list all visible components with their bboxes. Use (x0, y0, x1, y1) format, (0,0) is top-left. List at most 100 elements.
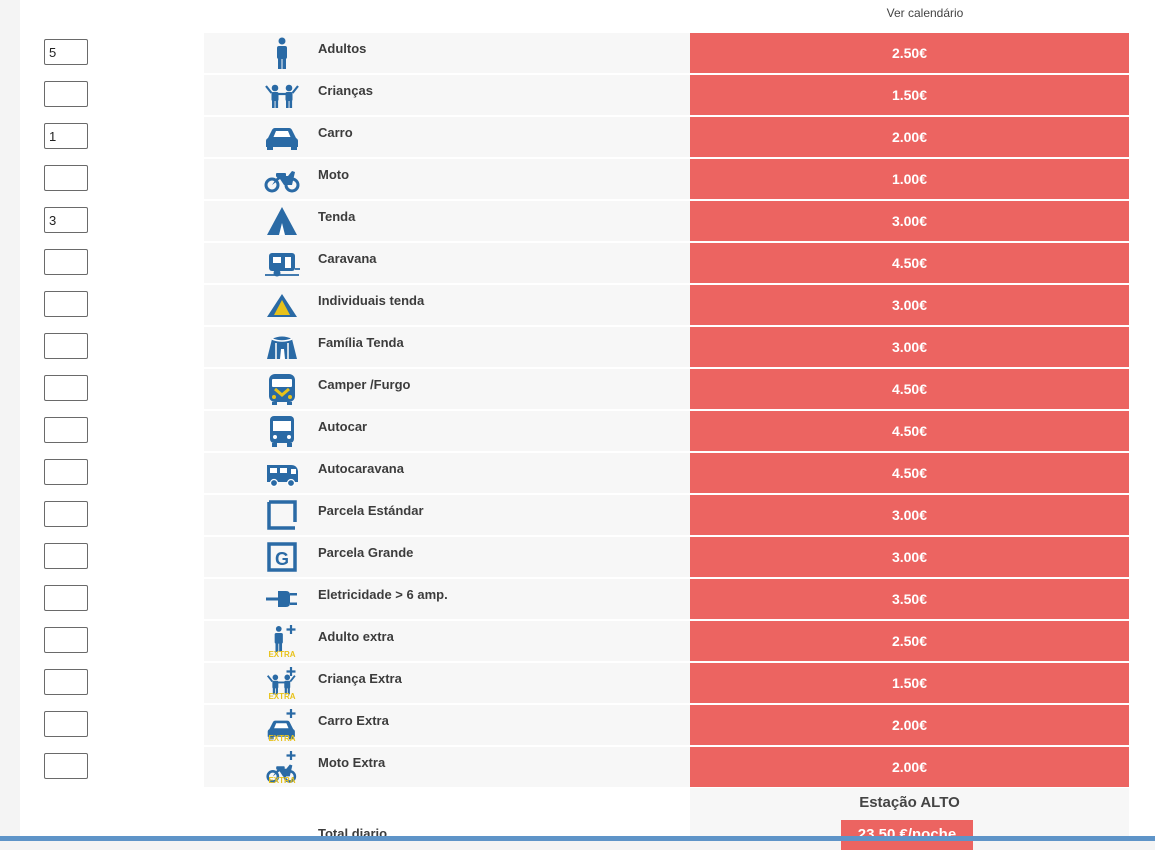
quantity-input[interactable] (44, 753, 88, 779)
camper-van-icon (264, 371, 300, 407)
item-price: 3.00€ (690, 537, 1129, 577)
pricing-panel: Ver calendário Adultos 2.50€ Crianças 1.50€… (20, 0, 1155, 850)
item-label: Carro Extra (318, 713, 389, 728)
bottom-bar (0, 836, 1155, 841)
price-row: Autocaravana 4.50€ (20, 453, 1155, 493)
item-label: Individuais tenda (318, 293, 425, 308)
quantity-input[interactable] (44, 627, 88, 653)
motorhome-icon (264, 455, 300, 491)
car-icon (264, 119, 300, 155)
item-price: 1.00€ (690, 159, 1129, 199)
motorcycle-icon (264, 161, 300, 197)
item-label: Moto Extra (318, 755, 386, 770)
daily-total-value: 23.50 €/noche (841, 820, 973, 850)
item-label: Autocar (318, 419, 368, 434)
caravan-icon (264, 245, 300, 281)
price-row: Eletricidade > 6 amp. 3.50€ (20, 579, 1155, 619)
price-row: G Parcela Grande 3.00€ (20, 537, 1155, 577)
item-price: 3.00€ (690, 201, 1129, 241)
item-price: 4.50€ (690, 453, 1129, 493)
price-row: EXTRA Moto Extra 2.00€ (20, 747, 1155, 787)
family-tent-icon (264, 329, 300, 365)
item-label: Família Tenda (318, 335, 404, 350)
quantity-input[interactable] (44, 375, 88, 401)
quantity-input[interactable] (44, 207, 88, 233)
season-label: Estação ALTO (859, 794, 960, 811)
item-price: 2.00€ (690, 117, 1129, 157)
quantity-input[interactable] (44, 711, 88, 737)
view-calendar-link[interactable]: Ver calendário (825, 6, 1025, 20)
extra-motorcycle-icon: EXTRA (264, 749, 300, 785)
quantity-input[interactable] (44, 585, 88, 611)
individual-tent-icon (264, 287, 300, 323)
item-label: Crianças (318, 83, 373, 98)
item-label: Tenda (318, 209, 356, 224)
item-label: Caravana (318, 251, 377, 266)
item-label: Criança Extra (318, 671, 402, 686)
price-row: EXTRA Carro Extra 2.00€ (20, 705, 1155, 745)
quantity-input[interactable] (44, 333, 88, 359)
quantity-input[interactable] (44, 291, 88, 317)
quantity-input[interactable] (44, 123, 88, 149)
price-row: Tenda 3.00€ (20, 201, 1155, 241)
item-price: 4.50€ (690, 243, 1129, 283)
price-row: EXTRA Adulto extra 2.50€ (20, 621, 1155, 661)
standard-plot-icon (264, 497, 300, 533)
svg-text:EXTRA: EXTRA (268, 650, 295, 659)
electric-plug-icon (264, 581, 300, 617)
item-price: 4.50€ (690, 411, 1129, 451)
price-row: Crianças 1.50€ (20, 75, 1155, 115)
item-price: 1.50€ (690, 75, 1129, 115)
extra-adult-icon: EXTRA (264, 623, 300, 659)
price-row: Moto 1.00€ (20, 159, 1155, 199)
bus-icon (264, 413, 300, 449)
svg-text:EXTRA: EXTRA (268, 734, 295, 743)
item-label: Adulto extra (318, 629, 394, 644)
price-row: Parcela Estándar 3.00€ (20, 495, 1155, 535)
large-plot-icon: G (264, 539, 300, 575)
price-row: Individuais tenda 3.00€ (20, 285, 1155, 325)
price-row: Camper /Furgo 4.50€ (20, 369, 1155, 409)
price-row: Autocar 4.50€ (20, 411, 1155, 451)
item-label: Parcela Grande (318, 545, 414, 560)
price-row: Adultos 2.50€ (20, 33, 1155, 73)
item-price: 2.50€ (690, 33, 1129, 73)
quantity-input[interactable] (44, 459, 88, 485)
item-price: 2.50€ (690, 621, 1129, 661)
svg-text:EXTRA: EXTRA (268, 692, 295, 701)
item-label: Camper /Furgo (318, 377, 411, 392)
item-price: 2.00€ (690, 705, 1129, 745)
adult-icon (264, 35, 300, 71)
item-label: Parcela Estándar (318, 503, 424, 518)
item-price: 2.00€ (690, 747, 1129, 787)
children-icon (264, 77, 300, 113)
item-price: 4.50€ (690, 369, 1129, 409)
extra-child-icon: EXTRA (264, 665, 300, 701)
item-price: 3.50€ (690, 579, 1129, 619)
quantity-input[interactable] (44, 501, 88, 527)
item-price: 1.50€ (690, 663, 1129, 703)
quantity-input[interactable] (44, 165, 88, 191)
quantity-input[interactable] (44, 39, 88, 65)
quantity-input[interactable] (44, 249, 88, 275)
quantity-input[interactable] (44, 669, 88, 695)
item-label: Carro (318, 125, 353, 140)
item-price: 3.00€ (690, 285, 1129, 325)
item-label: Eletricidade > 6 amp. (318, 587, 448, 602)
price-row: Caravana 4.50€ (20, 243, 1155, 283)
season-box: Estação ALTO 23.50 €/noche (690, 788, 1129, 850)
price-row: Carro 2.00€ (20, 117, 1155, 157)
item-label: Moto (318, 167, 350, 182)
quantity-input[interactable] (44, 81, 88, 107)
item-label: Adultos (318, 41, 367, 56)
extra-car-icon: EXTRA (264, 707, 300, 743)
item-price: 3.00€ (690, 495, 1129, 535)
quantity-input[interactable] (44, 543, 88, 569)
tent-icon (264, 203, 300, 239)
item-price: 3.00€ (690, 327, 1129, 367)
price-row: EXTRA Criança Extra 1.50€ (20, 663, 1155, 703)
quantity-input[interactable] (44, 417, 88, 443)
item-label: Autocaravana (318, 461, 404, 476)
svg-text:G: G (275, 549, 289, 569)
price-row: Família Tenda 3.00€ (20, 327, 1155, 367)
